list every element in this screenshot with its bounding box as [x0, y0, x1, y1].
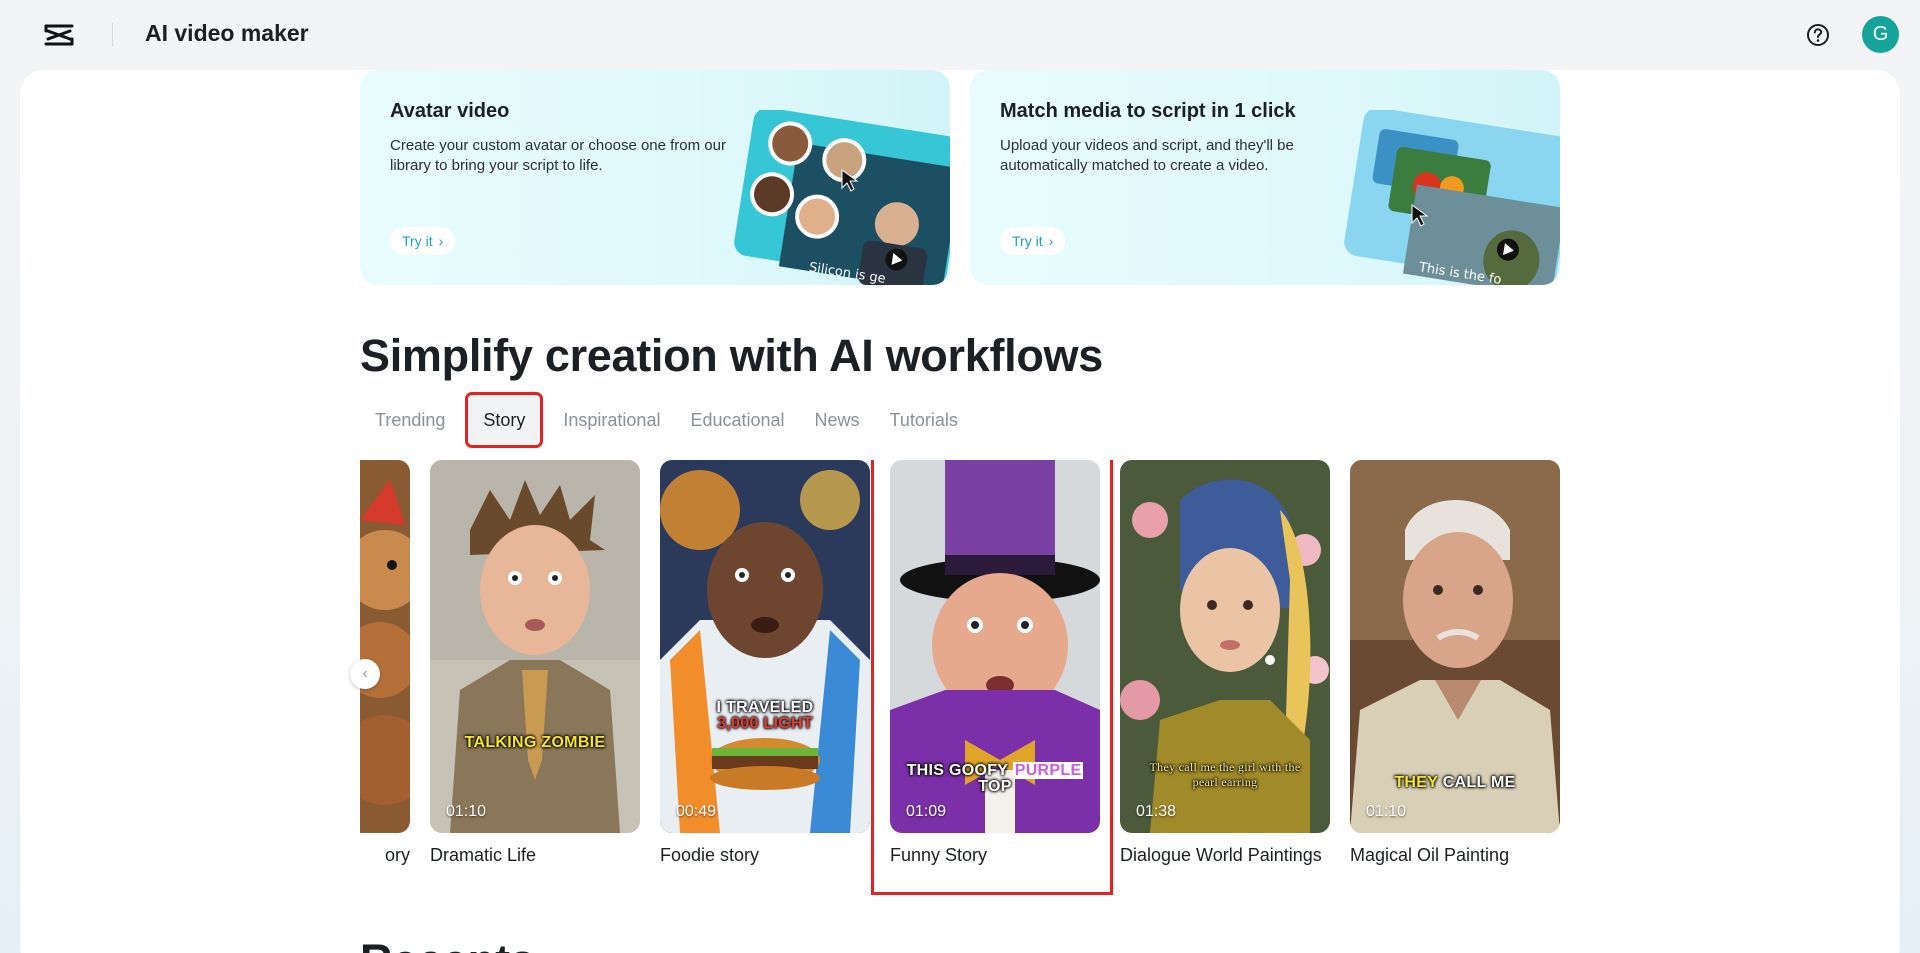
feature-description: Create your custom avatar or choose one …: [390, 137, 726, 174]
card-title: Dramatic Life: [430, 845, 537, 865]
template-card-dialogue-world-paintings[interactable]: They call me the girl with the pearl ear…: [1120, 460, 1330, 867]
card-thumbnail: THEY CALL ME 01:10: [1350, 460, 1560, 833]
card-title: Magical Oil Painting: [1350, 845, 1510, 865]
card-title: Funny Story: [890, 845, 988, 865]
card-title: ory: [384, 845, 410, 865]
top-bar: AI video maker G: [0, 0, 1920, 70]
feature-description: Upload your videos and script, and they'…: [1000, 137, 1294, 174]
card-thumbnail: I TRAVELED 3,000 LIGHT 00:49: [660, 460, 870, 833]
template-card-funny-story[interactable]: THIS GOOFY PURPLE TOP 01:09 Funny Story: [871, 460, 1113, 895]
tab-educational[interactable]: Educational: [675, 395, 799, 445]
card-title: Foodie story: [660, 845, 760, 865]
duration-label: 01:10: [1366, 803, 1407, 820]
match-media-illustration-icon: This is the fo: [1344, 110, 1560, 285]
card-thumbnail: THIS GOOFY PURPLE TOP 01:09: [890, 460, 1100, 833]
app-title: AI video maker: [145, 20, 309, 46]
card-thumbnail: [360, 460, 410, 833]
duration-label: 01:10: [446, 803, 487, 820]
try-it-label: Try it: [402, 233, 433, 249]
template-card-magical-oil-painting[interactable]: THEY CALL ME 01:10 Magical Oil Painting: [1350, 460, 1560, 867]
thumbnail-caption: THEY CALL ME: [1394, 774, 1516, 791]
tab-trending[interactable]: Trending: [360, 395, 460, 445]
duration-label: 01:09: [906, 803, 947, 820]
duration-label: 00:49: [676, 803, 717, 820]
astronaut-burger-thumbnail-icon: [660, 460, 870, 833]
chevron-right-icon: ›: [438, 233, 444, 249]
recents-title: Recents: [360, 935, 535, 953]
feature-title: Avatar video: [390, 100, 510, 122]
avatar-video-illustration-icon: Silicon is ge: [734, 110, 950, 285]
card-thumbnail: TALKING ZOMBIE 01:10: [430, 460, 640, 833]
chevron-left-icon: ‹: [362, 665, 368, 682]
template-card-dramatic-life[interactable]: TALKING ZOMBIE 01:10 Dramatic Life: [430, 460, 640, 867]
category-tabs: Trending Story Inspirational Educational…: [360, 392, 973, 448]
duration-label: 01:38: [1136, 803, 1177, 820]
tab-story[interactable]: Story: [465, 392, 544, 448]
try-it-button[interactable]: Try it ›: [390, 227, 456, 255]
section-title: Simplify creation with AI workflows: [360, 330, 1103, 381]
feature-card-avatar-video[interactable]: Avatar video Create your custom avatar o…: [360, 70, 950, 285]
tab-inspirational[interactable]: Inspirational: [548, 395, 675, 445]
capcut-logo-icon[interactable]: [42, 20, 76, 50]
thumbnail-caption: They call me the girl with the pearl ear…: [1149, 760, 1301, 789]
card-title: Dialogue World Paintings: [1120, 845, 1322, 865]
chevron-right-icon: ›: [1048, 233, 1054, 249]
try-it-button[interactable]: Try it ›: [1000, 227, 1066, 255]
card-thumbnail: They call me the girl with the pearl ear…: [1120, 460, 1330, 833]
animals-thumbnail-icon: [360, 460, 410, 833]
carousel-prev-button[interactable]: ‹: [350, 659, 380, 689]
thumbnail-caption: I TRAVELED 3,000 LIGHT: [716, 699, 814, 732]
thumbnail-caption: TALKING ZOMBIE: [464, 734, 606, 751]
man-messy-hair-thumbnail-icon: [430, 460, 640, 833]
try-it-label: Try it: [1012, 233, 1043, 249]
tab-tutorials[interactable]: Tutorials: [875, 395, 973, 445]
help-icon[interactable]: [1805, 22, 1831, 48]
header-divider: [112, 23, 113, 47]
template-carousel: ory TALKING ZOMBIE 01:10 Dramatic Life I…: [360, 460, 1560, 900]
thumbnail-caption: THIS GOOFY PURPLE TOP: [906, 762, 1084, 795]
feature-title: Match media to script in 1 click: [1000, 100, 1296, 122]
tab-news[interactable]: News: [800, 395, 875, 445]
template-card-foodie-story[interactable]: I TRAVELED 3,000 LIGHT 00:49 Foodie stor…: [660, 460, 870, 867]
feature-card-match-media[interactable]: Match media to script in 1 click Upload …: [970, 70, 1560, 285]
user-avatar[interactable]: G: [1862, 16, 1899, 53]
